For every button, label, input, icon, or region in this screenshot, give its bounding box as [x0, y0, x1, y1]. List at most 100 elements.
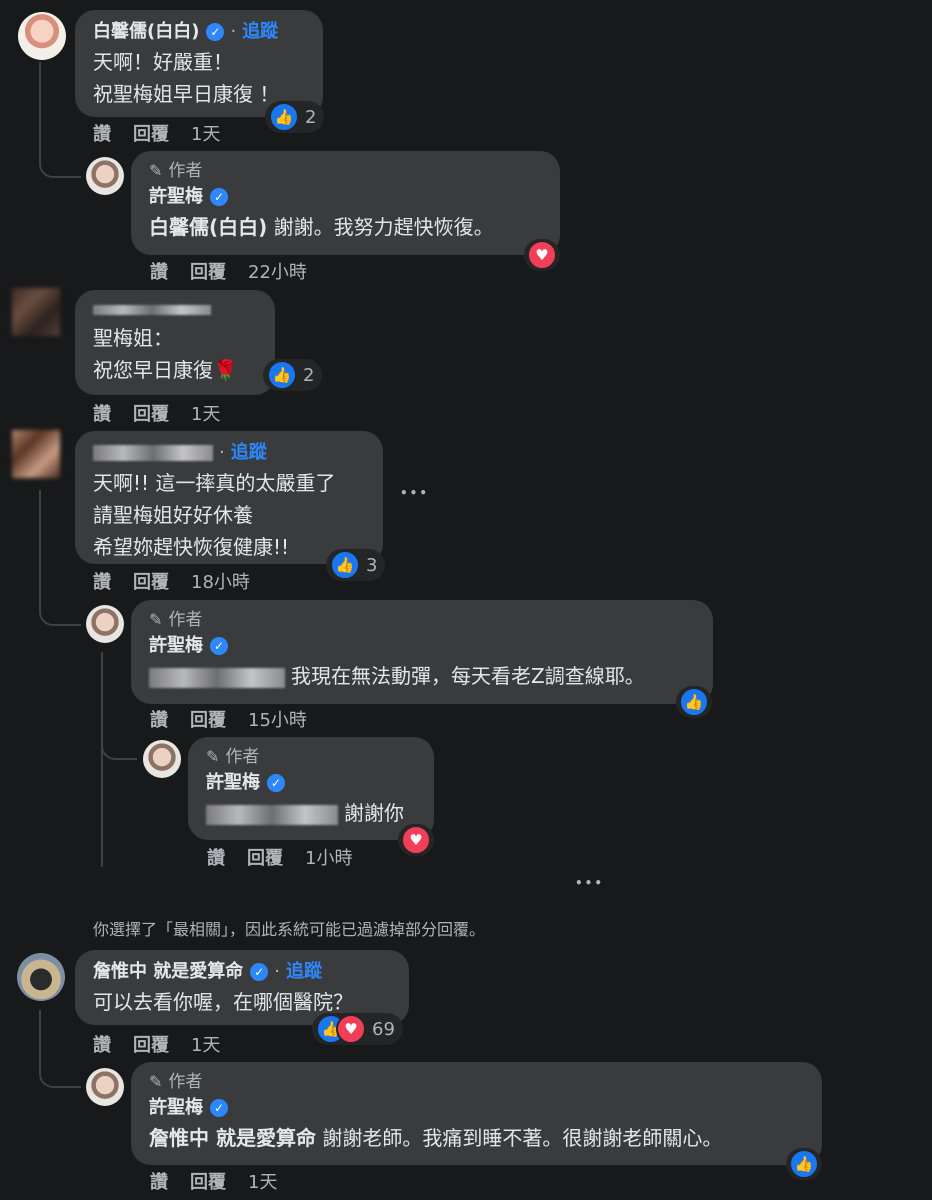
reaction-summary[interactable]: 👍 ♥ 69	[312, 1013, 403, 1045]
comment-actions: 讚 回覆 18小時	[93, 568, 250, 594]
comment-bubble: ✎ 作者 許聖梅 ✓ 我現在無法動彈，每天看老Z調查線耶。	[131, 600, 713, 704]
follow-button[interactable]: 追蹤	[242, 18, 278, 46]
thumbs-up-icon: 👍	[789, 1149, 819, 1179]
reaction-count: 3	[366, 554, 378, 576]
separator-dot: ·	[219, 442, 225, 463]
follow-button[interactable]: 追蹤	[286, 958, 322, 986]
avatar[interactable]	[86, 1068, 124, 1106]
redacted-name	[93, 305, 211, 315]
reply-button[interactable]: 回覆	[133, 1031, 169, 1057]
verified-badge-icon: ✓	[210, 188, 228, 206]
comment-actions: 讚 回覆 1天	[93, 400, 220, 426]
thumbs-up-icon: 👍	[269, 102, 299, 132]
comment-text: 謝謝你	[344, 801, 404, 825]
thumbs-up-icon: 👍	[679, 687, 709, 717]
comment-actions: 讚 回覆 1天	[93, 1031, 220, 1057]
verified-badge-icon: ✓	[250, 963, 269, 981]
reply-button[interactable]: 回覆	[133, 400, 169, 426]
author-badge: 作者	[168, 161, 203, 181]
reaction-summary[interactable]: 👍	[676, 686, 712, 718]
mentioned-user[interactable]: 白馨儒(白白)	[149, 215, 267, 239]
comment-actions: 讚 回覆 22小時	[150, 258, 307, 284]
commenter-name[interactable]: 詹惟中 就是愛算命	[93, 958, 243, 986]
comment-bubble: ✎ 作者 許聖梅 ✓ 詹惟中 就是愛算命 謝謝老師。我痛到睡不著。很謝謝老師關心…	[131, 1062, 822, 1165]
reaction-summary[interactable]: 👍 3	[326, 549, 386, 581]
filter-notice: 你選擇了「最相關」，因此系統可能已過濾掉部分回覆。	[93, 920, 486, 939]
redacted-name	[93, 445, 213, 461]
comment-bubble: ✎ 作者 許聖梅 ✓ 白馨儒(白白) 謝謝。我努力趕快恢復。	[131, 151, 560, 255]
verified-badge-icon: ✓	[210, 1099, 228, 1117]
comment-bubble: ✎ 作者 許聖梅 ✓ 謝謝你	[188, 737, 434, 840]
comment-text: 天啊！好嚴重！ 祝聖梅姐早日康復 ！	[93, 50, 280, 106]
reply-button[interactable]: 回覆	[190, 706, 226, 732]
thumbs-up-icon: 👍	[267, 360, 297, 390]
reaction-summary[interactable]: 👍	[786, 1148, 822, 1180]
like-button[interactable]: 讚	[150, 258, 168, 284]
more-options-button[interactable]: •••	[400, 486, 429, 500]
avatar[interactable]	[12, 288, 60, 336]
comment-text: 我現在無法動彈，每天看老Z調查線耶。	[291, 664, 645, 688]
timestamp[interactable]: 1天	[191, 400, 220, 426]
reaction-count: 69	[372, 1018, 395, 1040]
timestamp[interactable]: 15小時	[248, 706, 307, 732]
timestamp[interactable]: 1天	[248, 1168, 277, 1194]
reply-button[interactable]: 回覆	[133, 568, 169, 594]
reaction-summary[interactable]: 👍 2	[265, 101, 325, 133]
reply-button[interactable]: 回覆	[247, 844, 283, 870]
reply-button[interactable]: 回覆	[190, 1168, 226, 1194]
like-button[interactable]: 讚	[150, 706, 168, 732]
avatar[interactable]	[18, 12, 66, 60]
like-button[interactable]: 讚	[93, 1031, 111, 1057]
heart-icon: ♥	[336, 1014, 366, 1044]
thumbs-up-icon: 👍	[330, 550, 360, 580]
reaction-count: 2	[303, 364, 315, 386]
commenter-name[interactable]: 許聖梅	[149, 1094, 203, 1122]
commenter-name[interactable]: 許聖梅	[149, 183, 203, 211]
mentioned-user[interactable]: 詹惟中 就是愛算命	[149, 1126, 316, 1150]
timestamp[interactable]: 18小時	[191, 568, 250, 594]
like-button[interactable]: 讚	[93, 120, 111, 146]
heart-icon: ♥	[527, 240, 557, 270]
comment-text: 天啊!! 這一摔真的太嚴重了 請聖梅姐好好休養 希望妳趕快恢復健康!!	[93, 471, 336, 559]
comment-actions: 讚 回覆 1小時	[207, 844, 352, 870]
avatar[interactable]	[12, 430, 60, 478]
thread-connector	[39, 1010, 81, 1088]
like-button[interactable]: 讚	[150, 1168, 168, 1194]
timestamp[interactable]: 1小時	[305, 844, 352, 870]
like-button[interactable]: 讚	[93, 568, 111, 594]
comment-bubble: 聖梅姐： 祝您早日康復🌹	[75, 290, 275, 395]
like-button[interactable]: 讚	[207, 844, 225, 870]
avatar[interactable]	[143, 740, 181, 778]
pencil-icon: ✎	[206, 747, 220, 766]
timestamp[interactable]: 1天	[191, 1031, 220, 1057]
avatar[interactable]	[86, 157, 124, 195]
view-more-replies-button[interactable]: •••	[575, 876, 604, 890]
reply-button[interactable]: 回覆	[133, 120, 169, 146]
reaction-summary[interactable]: ♥	[524, 239, 560, 271]
verified-badge-icon: ✓	[210, 637, 228, 655]
reaction-summary[interactable]: 👍 2	[263, 359, 323, 391]
commenter-name[interactable]: 許聖梅	[149, 632, 203, 660]
reaction-summary[interactable]: ♥	[398, 824, 434, 856]
avatar[interactable]	[86, 605, 124, 643]
timestamp[interactable]: 1天	[191, 120, 220, 146]
reply-button[interactable]: 回覆	[190, 258, 226, 284]
avatar[interactable]	[17, 953, 65, 1001]
separator-dot: ·	[230, 21, 237, 42]
comment-text: 聖梅姐： 祝您早日康復🌹	[93, 326, 238, 382]
like-button[interactable]: 讚	[93, 400, 111, 426]
comment-bubble: · 追蹤 天啊!! 這一摔真的太嚴重了 請聖梅姐好好休養 希望妳趕快恢復健康!!	[75, 431, 383, 564]
comment-text: 謝謝老師。我痛到睡不著。很謝謝老師關心。	[315, 1126, 723, 1150]
redacted-mention	[149, 667, 285, 688]
timestamp[interactable]: 22小時	[248, 258, 307, 284]
commenter-name[interactable]: 許聖梅	[206, 769, 260, 797]
pencil-icon: ✎	[149, 161, 163, 180]
author-badge: 作者	[168, 1072, 203, 1092]
comment-actions: 讚 回覆 1天	[93, 120, 220, 146]
comment-actions: 讚 回覆 1天	[150, 1168, 277, 1194]
comment-text: 謝謝。我努力趕快恢復。	[267, 215, 494, 239]
thread-connector	[101, 652, 103, 867]
follow-button[interactable]: 追蹤	[231, 439, 267, 467]
reaction-count: 2	[305, 106, 317, 128]
commenter-name[interactable]: 白馨儒(白白)	[93, 18, 199, 46]
